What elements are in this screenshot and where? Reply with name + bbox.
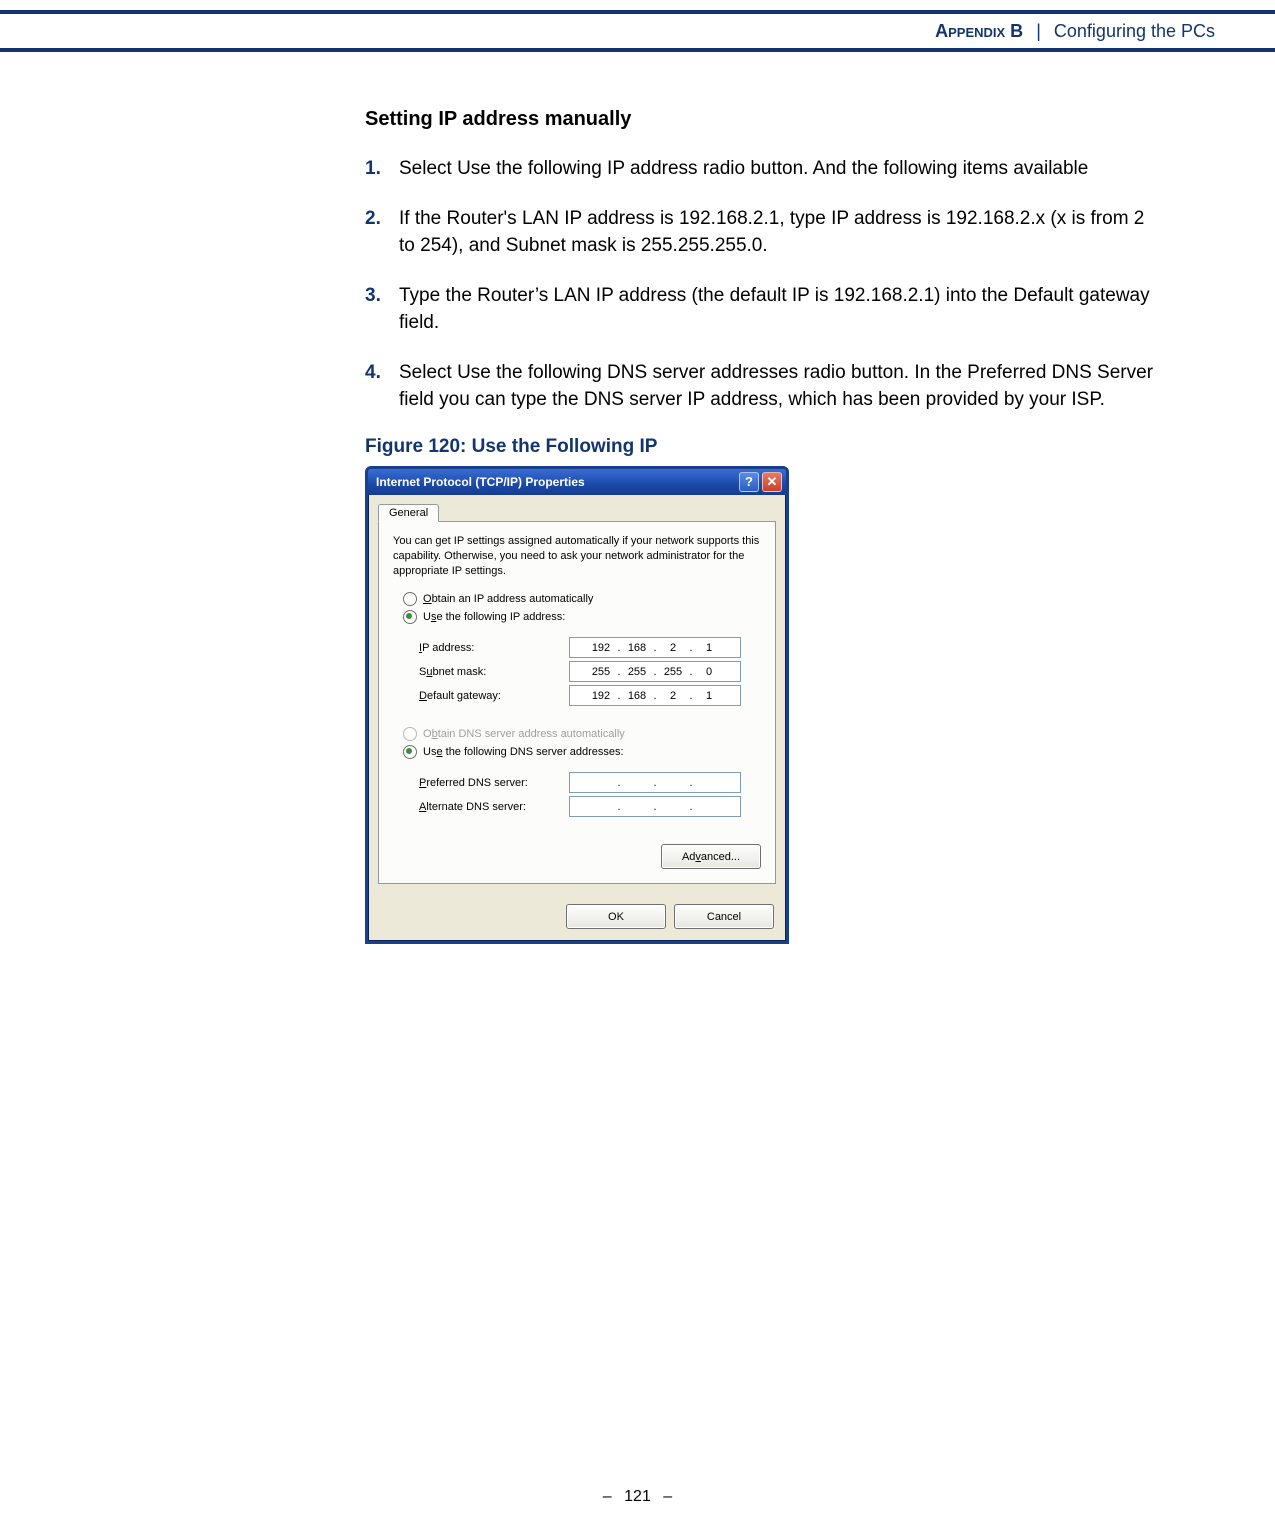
- radio-icon: [403, 745, 417, 759]
- section-title: Setting IP address manually: [365, 108, 1155, 131]
- radio-icon: [403, 727, 417, 741]
- field-ip-address-row: IP address: 192. 168. 2. 1: [419, 637, 761, 658]
- step-3-number: 3.: [365, 282, 399, 310]
- tab-general[interactable]: General: [378, 504, 439, 522]
- step-2: 2. If the Router's LAN IP address is 192…: [365, 205, 1155, 260]
- page-number: 121: [624, 1488, 651, 1505]
- default-gateway-input[interactable]: 192. 168. 2. 1: [569, 685, 741, 706]
- close-icon: ✕: [767, 474, 778, 490]
- tab-panel-general: You can get IP settings assigned automat…: [378, 521, 776, 885]
- radio-use-following-ip[interactable]: Use the following IP address:: [403, 610, 761, 624]
- label-preferred-dns: Preferred DNS server:: [419, 777, 569, 789]
- step-2-text: If the Router's LAN IP address is 192.16…: [399, 205, 1155, 260]
- tcpip-properties-dialog: Internet Protocol (TCP/IP) Properties ? …: [365, 466, 789, 945]
- field-subnet-mask-row: Subnet mask: 255. 255. 255. 0: [419, 661, 761, 682]
- advanced-button[interactable]: Advanced...: [661, 844, 761, 869]
- figure-caption: Figure 120: Use the Following IP: [365, 436, 1155, 458]
- header-separator: |: [1036, 21, 1041, 41]
- step-4-number: 4.: [365, 359, 399, 387]
- field-default-gateway-row: Default gateway: 192. 168. 2. 1: [419, 685, 761, 706]
- radio-icon: [403, 610, 417, 624]
- radio-obtain-dns-automatically: Obtain DNS server address automatically: [403, 727, 761, 741]
- step-2-number: 2.: [365, 205, 399, 233]
- radio-obtain-ip-automatically[interactable]: Obtain an IP address automatically: [403, 592, 761, 606]
- dialog-titlebar[interactable]: Internet Protocol (TCP/IP) Properties ? …: [368, 469, 786, 495]
- cancel-button[interactable]: Cancel: [674, 904, 774, 929]
- ip-address-input[interactable]: 192. 168. 2. 1: [569, 637, 741, 658]
- label-subnet-mask: Subnet mask:: [419, 666, 569, 678]
- footer-dash-left: –: [603, 1488, 612, 1505]
- step-1: 1. Select Use the following IP address r…: [365, 155, 1155, 183]
- step-4: 4. Select Use the following DNS server a…: [365, 359, 1155, 414]
- appendix-label: Appendix B: [935, 21, 1023, 41]
- step-1-text: Select Use the following IP address radi…: [399, 155, 1155, 183]
- ok-button[interactable]: OK: [566, 904, 666, 929]
- dialog-intro-text: You can get IP settings assigned automat…: [393, 534, 761, 579]
- dialog-title: Internet Protocol (TCP/IP) Properties: [376, 475, 585, 489]
- footer-dash-right: –: [663, 1488, 672, 1505]
- step-3: 3. Type the Router’s LAN IP address (the…: [365, 282, 1155, 337]
- radio-obtain-ip-label: Obtain an IP address automatically: [423, 593, 593, 605]
- help-button[interactable]: ?: [739, 472, 759, 492]
- label-alternate-dns: Alternate DNS server:: [419, 801, 569, 813]
- field-alternate-dns-row: Alternate DNS server: . . .: [419, 796, 761, 817]
- radio-icon: [403, 592, 417, 606]
- page-footer: – 121 –: [0, 1488, 1275, 1506]
- radio-obtain-dns-label: Obtain DNS server address automatically: [423, 728, 625, 740]
- preferred-dns-input[interactable]: . . .: [569, 772, 741, 793]
- help-icon: ?: [745, 474, 753, 489]
- step-4-text: Select Use the following DNS server addr…: [399, 359, 1155, 414]
- step-3-text: Type the Router’s LAN IP address (the de…: [399, 282, 1155, 337]
- content-area: Setting IP address manually 1. Select Us…: [365, 108, 1155, 944]
- radio-use-following-dns[interactable]: Use the following DNS server addresses:: [403, 745, 761, 759]
- label-ip-address: IP address:: [419, 642, 569, 654]
- dialog-footer: OK Cancel: [368, 894, 786, 941]
- steps-list: 1. Select Use the following IP address r…: [365, 155, 1155, 414]
- chapter-title: Configuring the PCs: [1054, 21, 1215, 41]
- step-1-number: 1.: [365, 155, 399, 183]
- tab-strip: General: [378, 503, 776, 522]
- page-header: Appendix B | Configuring the PCs: [0, 10, 1275, 52]
- subnet-mask-input[interactable]: 255. 255. 255. 0: [569, 661, 741, 682]
- radio-use-ip-label: Use the following IP address:: [423, 611, 565, 623]
- alternate-dns-input[interactable]: . . .: [569, 796, 741, 817]
- label-default-gateway: Default gateway:: [419, 690, 569, 702]
- field-preferred-dns-row: Preferred DNS server: . . .: [419, 772, 761, 793]
- close-button[interactable]: ✕: [762, 472, 782, 492]
- radio-use-dns-label: Use the following DNS server addresses:: [423, 746, 624, 758]
